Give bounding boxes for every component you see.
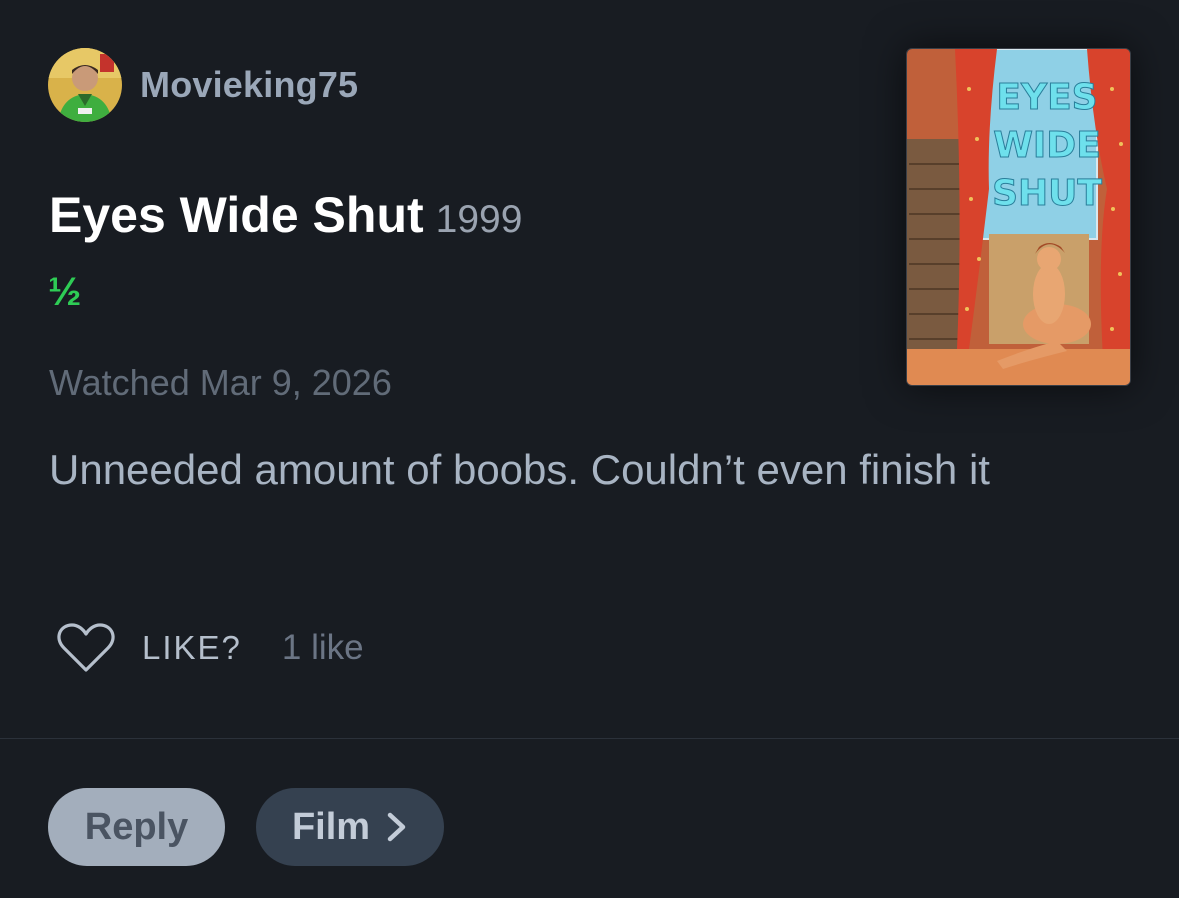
review-text: Unneeded amount of boobs. Couldn’t even … xyxy=(49,446,990,493)
poster-title-line-3: SHUT xyxy=(992,173,1102,214)
like-count[interactable]: 1 like xyxy=(282,628,364,668)
avatar[interactable] xyxy=(48,48,122,122)
divider xyxy=(0,738,1179,739)
like-row: LIKE? 1 like xyxy=(56,622,364,674)
film-heading: Eyes Wide Shut 1999 xyxy=(49,186,522,244)
author-name[interactable]: Movieking75 xyxy=(140,64,358,106)
like-button[interactable]: LIKE? xyxy=(142,629,242,667)
poster-title-line-2: WIDE xyxy=(993,125,1101,166)
reply-button-label: Reply xyxy=(84,805,189,848)
film-year[interactable]: 1999 xyxy=(436,198,523,242)
chevron-right-icon xyxy=(387,812,406,842)
star-rating: ½ xyxy=(48,270,82,314)
film-poster[interactable]: EYES WIDE SHUT xyxy=(906,48,1131,386)
review-author[interactable]: Movieking75 xyxy=(48,48,358,122)
film-title[interactable]: Eyes Wide Shut xyxy=(49,186,424,244)
film-button-label: Film xyxy=(291,805,371,848)
reply-button[interactable]: Reply xyxy=(48,788,225,866)
heart-outline-icon[interactable] xyxy=(56,622,116,674)
review-page: Movieking75 Eyes Wide Shut 1999 ½ Watche… xyxy=(0,0,1179,898)
poster-art: EYES WIDE SHUT xyxy=(907,49,1130,385)
poster-title-line-1: EYES xyxy=(996,77,1097,118)
watched-date: Watched Mar 9, 2026 xyxy=(49,362,392,403)
film-button[interactable]: Film xyxy=(256,788,444,866)
